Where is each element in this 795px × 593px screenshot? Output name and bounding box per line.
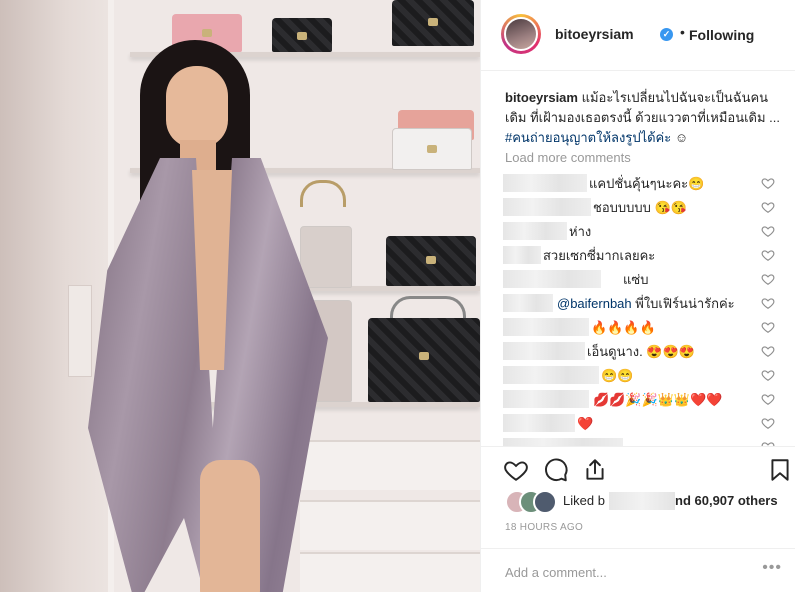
add-comment-bar: •••: [481, 548, 795, 593]
comment-row: 🔥🔥🔥🔥: [503, 316, 783, 340]
redacted-username: [503, 390, 589, 408]
photo-face: [166, 66, 228, 148]
verified-badge-icon: ✓: [660, 28, 673, 41]
redacted-username: [503, 414, 575, 432]
comment-like-heart-icon[interactable]: [761, 392, 775, 406]
redacted-username: [503, 222, 567, 240]
photo-person: [88, 40, 328, 592]
comment-like-heart-icon[interactable]: [761, 296, 775, 310]
redacted-username: [503, 246, 541, 264]
comment-like-heart-icon[interactable]: [761, 416, 775, 430]
comment-like-heart-icon[interactable]: [761, 248, 775, 262]
comment-row: ชอบบบบบ 😘😘: [503, 196, 783, 220]
comment-row: ❤️: [503, 412, 783, 436]
comment-like-heart-icon[interactable]: [761, 368, 775, 382]
caption-hashtag[interactable]: #คนถ่ายอนุญาตให้ลงรูปได้ค่ะ: [505, 130, 671, 145]
comment-mention[interactable]: @baifernbah: [557, 296, 632, 311]
comment-row: ...: [503, 436, 783, 446]
comment-row: แซ่บ: [503, 268, 783, 292]
comment-row: 😁😁: [503, 364, 783, 388]
comment-row: ห่าง: [503, 220, 783, 244]
comment-text: สวยเซกซี่มากเลยคะ: [543, 248, 656, 263]
instagram-post: bitoeyrsiam ✓ • Following bitoeyrsiam แม…: [0, 0, 795, 592]
photo-handbag: [392, 128, 472, 170]
load-more-comments-button[interactable]: Load more comments: [505, 150, 631, 165]
photo-drawer: [300, 440, 480, 490]
redacted-username: [503, 270, 601, 288]
header-separator: •: [680, 24, 685, 40]
redacted-username: [503, 174, 587, 192]
avatar-image: [504, 17, 538, 51]
comment-like-heart-icon[interactable]: [761, 320, 775, 334]
redacted-username: [609, 492, 675, 510]
photo-handbag: [392, 0, 474, 46]
comment-like-heart-icon[interactable]: [761, 200, 775, 214]
comment-text: 😁😁: [601, 368, 634, 383]
comment-text: ...: [627, 437, 638, 446]
heart-icon[interactable]: [503, 457, 529, 483]
comment-text: 🔥🔥🔥🔥: [591, 320, 656, 335]
following-button[interactable]: Following: [689, 27, 754, 43]
comment-text: 💋💋🎉🎉👑👑❤️❤️: [593, 392, 723, 407]
comment-text: ห่าง: [569, 224, 592, 239]
likes-summary[interactable]: Liked b nd 60,907 others: [505, 490, 795, 514]
comment-row: สวยเซกซี่มากเลยคะ: [503, 244, 783, 268]
comment-icon[interactable]: [543, 457, 569, 483]
photo-drawer: [300, 500, 480, 550]
redacted-username: [503, 294, 553, 312]
comment-text: ชอบบบบบ 😘😘: [593, 200, 687, 215]
redacted-username: [503, 198, 591, 216]
liker-avatar: [533, 490, 557, 514]
comment-row: แคปชั่นคุ้นๆนะคะ😁: [503, 172, 783, 196]
comment-row: 💋💋🎉🎉👑👑❤️❤️: [503, 388, 783, 412]
comment-like-heart-icon[interactable]: [761, 344, 775, 358]
comment-like-heart-icon[interactable]: [761, 272, 775, 286]
likes-count[interactable]: nd 60,907 others: [675, 493, 778, 508]
bookmark-icon[interactable]: [767, 457, 793, 483]
post-actions-bar: [481, 446, 795, 493]
post-caption: bitoeyrsiam แม้อะไรเปลี่ยนไปฉันจะเป็นฉัน…: [505, 88, 787, 148]
share-icon[interactable]: [582, 457, 608, 483]
comment-text: พี่ใบเฟิร์นน่ารักค่ะ: [631, 296, 735, 311]
photo-drawer: [300, 552, 480, 592]
likes-prefix: Liked b: [563, 493, 605, 508]
post-sidebar: bitoeyrsiam ✓ • Following bitoeyrsiam แม…: [480, 0, 795, 592]
redacted-username: [503, 438, 623, 446]
comment-like-heart-icon[interactable]: [761, 176, 775, 190]
comment-text: ❤️: [577, 416, 594, 431]
caption-username[interactable]: bitoeyrsiam: [505, 90, 578, 105]
comment-like-heart-icon[interactable]: [761, 224, 775, 238]
post-username[interactable]: bitoeyrsiam: [555, 26, 634, 42]
caption-emoji: ☺: [671, 130, 689, 145]
comment-text: แซ่บ: [623, 272, 649, 287]
photo-handbag: [386, 236, 476, 286]
post-timestamp[interactable]: 18 HOURS AGO: [505, 522, 583, 533]
more-options-icon[interactable]: •••: [762, 559, 782, 577]
comment-row: เอ็นดูนาง. 😍😍😍: [503, 340, 783, 364]
redacted-username: [503, 342, 585, 360]
comment-text: เอ็นดูนาง. 😍😍😍: [587, 344, 695, 359]
add-comment-input[interactable]: [503, 561, 757, 583]
comment-list[interactable]: แคปชั่นคุ้นๆนะคะ😁 ชอบบบบบ 😘😘 ห่าง สวยเซก…: [503, 172, 783, 446]
photo-leg: [200, 460, 260, 592]
post-header: bitoeyrsiam ✓ • Following: [481, 0, 795, 71]
post-photo[interactable]: [0, 0, 480, 592]
redacted-username: [503, 366, 599, 384]
profile-avatar[interactable]: [501, 14, 541, 54]
redacted-username: [503, 318, 589, 336]
comment-text: แคปชั่นคุ้นๆนะคะ😁: [589, 176, 705, 191]
photo-handbag: [368, 318, 480, 402]
comment-row: @baifernbah พี่ใบเฟิร์นน่ารักค่ะ: [503, 292, 783, 316]
comment-text: @baifernbah พี่ใบเฟิร์นน่ารักค่ะ: [557, 293, 735, 315]
